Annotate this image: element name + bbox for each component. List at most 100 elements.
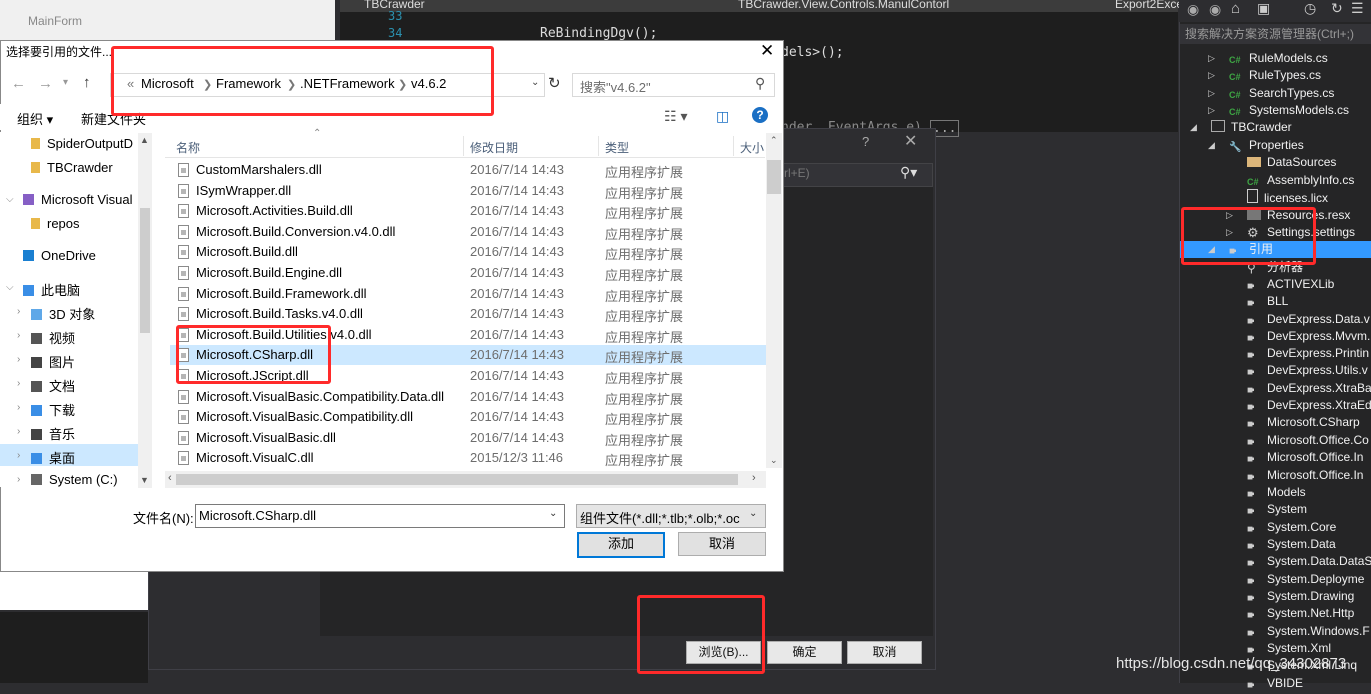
solution-tree-item[interactable]: ■▪ ACTIVEXLib	[1247, 276, 1334, 293]
column-size[interactable]: 大小	[740, 139, 764, 156]
editor-tab-class[interactable]: TBCrawder.View.Controls.ManulContorl	[738, 0, 949, 11]
nav-item[interactable]: repos	[31, 216, 80, 231]
solution-tree-item[interactable]: C# RuleTypes.cs	[1229, 67, 1321, 84]
home-icon[interactable]: ⌂	[1231, 0, 1240, 17]
nav-item[interactable]: 下载	[31, 400, 75, 419]
solution-tree-item[interactable]: ■▪ DevExpress.Utils.v	[1247, 362, 1368, 379]
scrollbar-thumb[interactable]	[767, 160, 781, 194]
nav-item[interactable]: OneDrive	[23, 248, 96, 263]
chevron-down-icon[interactable]: ⌄	[531, 77, 539, 88]
nav-item[interactable]: Microsoft Visual	[23, 192, 133, 207]
chevron-down-icon[interactable]: ⌄	[549, 508, 557, 519]
solution-tree-item[interactable]: ■▪ DevExpress.Printin	[1247, 345, 1369, 362]
file-row[interactable]: Microsoft.Build.dll 2016/7/14 14:43 应用程序扩展	[170, 242, 766, 262]
collapsed-arrow-icon[interactable]: ›	[17, 402, 20, 413]
filename-input[interactable]: Microsoft.CSharp.dll ⌄	[195, 504, 565, 528]
nav-scrollbar[interactable]: ▲ ▼	[138, 133, 152, 488]
collapsed-arrow-icon[interactable]: ▷	[1208, 105, 1215, 116]
cancel-button[interactable]: 取消	[678, 532, 766, 556]
column-date[interactable]: 修改日期	[470, 139, 518, 156]
back-arrow-icon[interactable]: ←	[11, 75, 26, 92]
search-icon[interactable]: ⚲▾	[900, 164, 917, 181]
chevron-down-icon[interactable]: ⌄	[749, 508, 757, 519]
solution-tree-item[interactable]: ■▪ System	[1247, 501, 1307, 518]
solution-tree-item[interactable]: ■▪ Microsoft.Office.In	[1247, 449, 1363, 466]
add-button[interactable]: 添加	[577, 532, 665, 558]
solution-tree-item[interactable]: licenses.licx	[1247, 189, 1328, 206]
history-icon[interactable]: ◷	[1304, 0, 1316, 17]
nav-item[interactable]: 视频	[31, 328, 75, 347]
collapsed-arrow-icon[interactable]: ▷	[1208, 53, 1215, 64]
file-row[interactable]: Microsoft.Build.Framework.dll 2016/7/14 1…	[170, 284, 766, 304]
refresh-icon[interactable]: ↻	[548, 74, 561, 92]
nav-item[interactable]: 图片	[31, 352, 75, 371]
solution-tree-item[interactable]: TBCrawder	[1211, 119, 1292, 136]
solution-tree-item[interactable]: ■▪ System.Data	[1247, 536, 1336, 553]
solution-tree-item[interactable]: ■▪ BLL	[1247, 293, 1288, 310]
nav-item[interactable]: System (C:)	[31, 472, 118, 487]
file-row[interactable]: Microsoft.Activities.Build.dll 2016/7/14 …	[170, 201, 766, 221]
solution-tree-item[interactable]: ■▪ System.Net.Http	[1247, 605, 1354, 622]
solution-tree-item[interactable]: C# RuleModels.cs	[1229, 50, 1328, 67]
file-row[interactable]: CustomMarshalers.dll 2016/7/14 14:43 应用程序扩…	[170, 160, 766, 180]
scrollbar-thumb[interactable]	[176, 474, 738, 485]
forward-icon[interactable]: ◉	[1209, 1, 1221, 18]
organize-menu[interactable]: 组织 ▾	[17, 109, 53, 128]
nav-item[interactable]: 此电脑	[23, 280, 80, 299]
refmgr-cancel-button[interactable]: 取消	[847, 641, 922, 664]
file-row[interactable]: Microsoft.VisualBasic.Compatibility.Data…	[170, 387, 766, 407]
column-name[interactable]: 名称	[176, 139, 200, 156]
recent-locations-icon[interactable]: ▾	[63, 77, 68, 88]
file-row[interactable]: ISymWrapper.dll 2016/7/14 14:43 应用程序扩展	[170, 181, 766, 201]
collapsed-arrow-icon[interactable]: ›	[17, 330, 20, 341]
search-icon[interactable]: ⚲	[755, 75, 765, 92]
solution-tree-item[interactable]: ■▪ System.Drawing	[1247, 588, 1354, 605]
solution-tree-item[interactable]: ■▪ DevExpress.Data.v	[1247, 311, 1370, 328]
solution-tree-item[interactable]: DataSources	[1247, 154, 1336, 171]
collapsed-arrow-icon[interactable]: ▷	[1208, 70, 1215, 81]
file-row[interactable]: Microsoft.VisualBasic.Compatibility.dll 2…	[170, 407, 766, 427]
collapse-icon[interactable]: ☰	[1351, 0, 1364, 17]
solution-tree-item[interactable]: ■▪ DevExpress.XtraEd	[1247, 397, 1371, 414]
nav-item[interactable]: 桌面	[31, 448, 75, 467]
forward-arrow-icon[interactable]: →	[38, 75, 53, 92]
solution-tree-item[interactable]: ■▪ DevExpress.XtraBa	[1247, 380, 1371, 397]
expanded-arrow-icon[interactable]: ⌵	[6, 194, 14, 205]
solution-tree-item[interactable]: ■▪ Microsoft.Office.Co	[1247, 432, 1369, 449]
up-arrow-icon[interactable]: ↑	[83, 74, 91, 91]
solution-search-input[interactable]: 搜索解决方案资源管理器(Ctrl+;)	[1180, 24, 1371, 44]
file-row[interactable]: Microsoft.VisualBasic.dll 2016/7/14 14:43…	[170, 428, 766, 448]
expanded-arrow-icon[interactable]: ⌵	[6, 282, 14, 293]
solution-tree-item[interactable]: C# SystemsModels.cs	[1229, 102, 1349, 119]
nav-item[interactable]: SpiderOutputD	[31, 136, 133, 151]
refresh-icon[interactable]: ↻	[1331, 0, 1343, 17]
solution-tree-item[interactable]: ■▪ System.Data.DataS	[1247, 553, 1371, 570]
solution-tree-item[interactable]: ■▪ DevExpress.Mvvm.	[1247, 328, 1370, 345]
ok-button[interactable]: 确定	[767, 641, 842, 664]
nav-item[interactable]: 音乐	[31, 424, 75, 443]
file-row[interactable]: Microsoft.Build.Tasks.v4.0.dll 2016/7/14 …	[170, 304, 766, 324]
close-icon[interactable]: ✕	[904, 131, 917, 151]
collapsed-arrow-icon[interactable]: ›	[17, 426, 20, 437]
solution-tree-item[interactable]: ■▪ System.Core	[1247, 519, 1336, 536]
expanded-arrow-icon[interactable]: ◢	[1190, 122, 1197, 133]
back-icon[interactable]: ◉	[1187, 1, 1199, 18]
collapsed-arrow-icon[interactable]: ›	[17, 450, 20, 461]
column-type[interactable]: 类型	[605, 139, 629, 156]
expanded-arrow-icon[interactable]: ◢	[1208, 140, 1215, 151]
solution-tree-item[interactable]: C# SearchTypes.cs	[1229, 85, 1334, 102]
solution-tree-item[interactable]: ■▪ Models	[1247, 484, 1306, 501]
help-icon[interactable]: ?	[752, 107, 768, 123]
help-button[interactable]: ?	[862, 134, 869, 149]
file-type-filter[interactable]: 组件文件(*.dll;*.tlb;*.olb;*.ocx; ⌄	[576, 504, 766, 528]
solution-tree-item[interactable]: ■▪ Microsoft.Office.In	[1247, 467, 1363, 484]
file-row[interactable]: Microsoft.VisualC.dll 2015/12/3 11:46 应用程序…	[170, 448, 766, 468]
column-divider[interactable]	[463, 136, 464, 156]
file-row[interactable]: Microsoft.Build.Conversion.v4.0.dll 2016/…	[170, 222, 766, 242]
column-divider[interactable]	[598, 136, 599, 156]
editor-tab-member[interactable]: Export2Exce	[1115, 0, 1183, 11]
view-options-icon[interactable]: ☷ ▾	[664, 108, 687, 125]
collapsed-arrow-icon[interactable]: ▷	[1208, 88, 1215, 99]
collapsed-arrow-icon[interactable]: ›	[17, 306, 20, 317]
collapsed-arrow-icon[interactable]: ›	[17, 378, 20, 389]
